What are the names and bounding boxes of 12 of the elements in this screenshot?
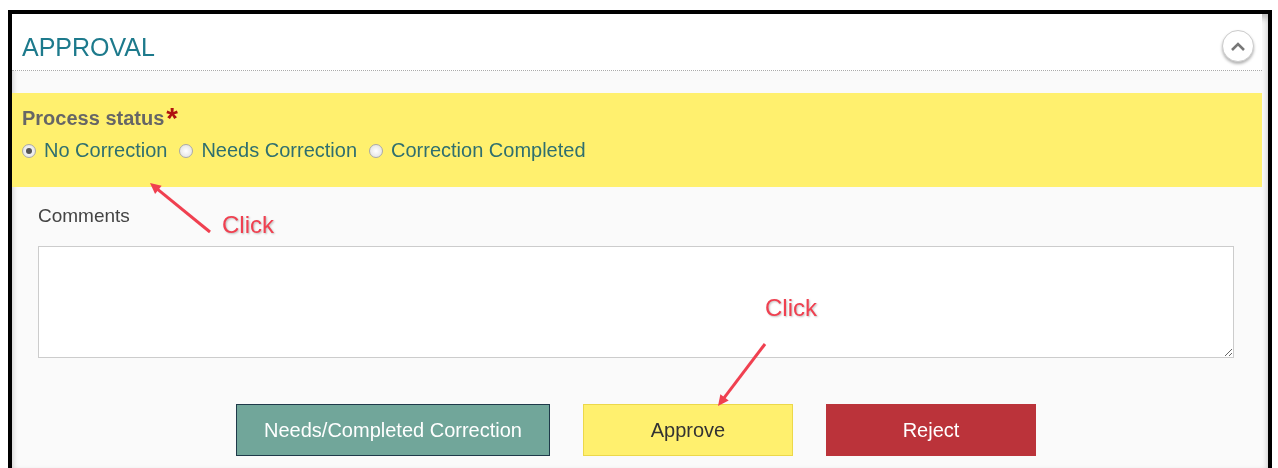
radio-option[interactable]: Correction Completed <box>369 139 586 162</box>
annotation-text: Click <box>765 294 817 322</box>
radio-option[interactable]: Needs Correction <box>179 139 357 162</box>
field-label: Comments <box>38 205 130 227</box>
required-mark: * <box>166 103 178 133</box>
correction-button[interactable]: Needs/Completed Correction <box>236 404 550 456</box>
radio-option[interactable]: No Correction <box>22 139 168 162</box>
field-label: Process status <box>22 107 165 130</box>
annotation-text: Click <box>222 211 274 239</box>
section-title: APPROVAL <box>22 31 155 62</box>
approve-button[interactable]: Approve <box>583 404 793 456</box>
reject-button[interactable]: Reject <box>826 404 1036 456</box>
